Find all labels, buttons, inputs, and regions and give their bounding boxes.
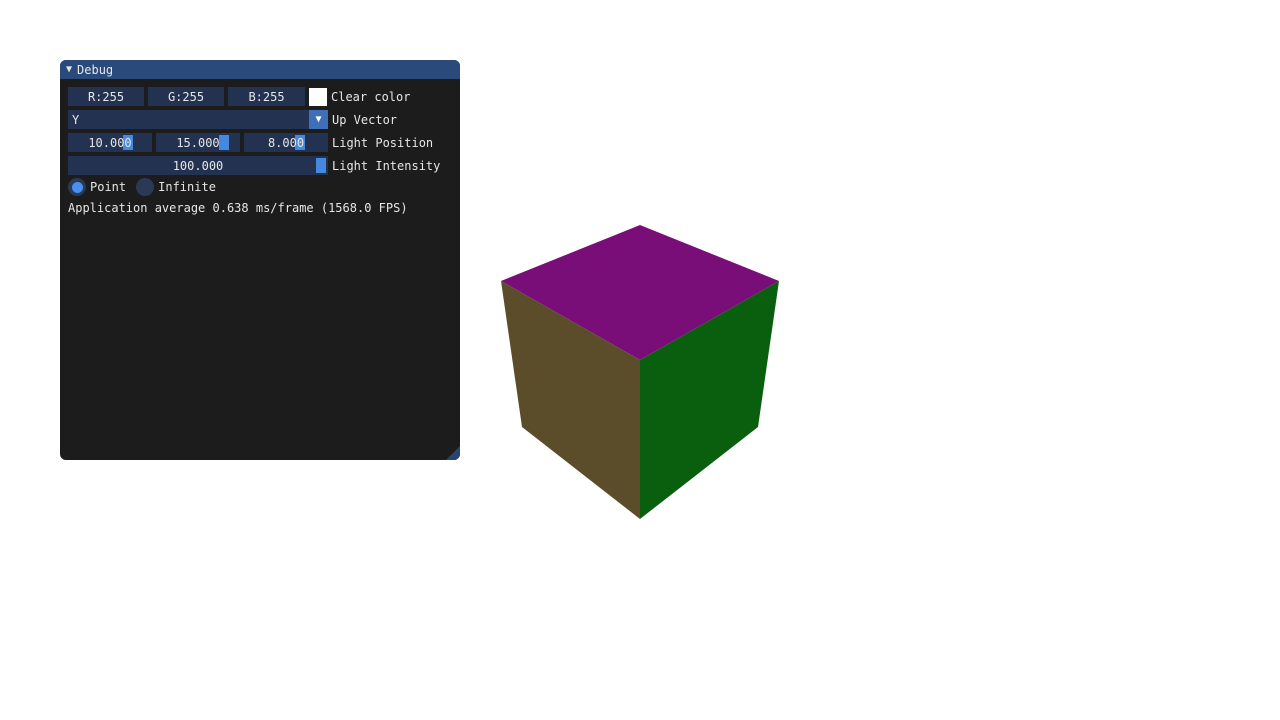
- light-intensity-slider[interactable]: 100.000: [68, 156, 328, 175]
- light-position-row: 10.000 15.000 8.000 Light Position: [68, 133, 433, 152]
- combo-arrow-icon[interactable]: ▼: [309, 110, 328, 129]
- window-titlebar[interactable]: ▼ Debug: [60, 60, 460, 79]
- light-position-label: Light Position: [332, 135, 434, 150]
- clear-color-r-field[interactable]: R:255: [68, 87, 144, 106]
- clear-color-b-value: B:255: [248, 89, 285, 104]
- light-intensity-label: Light Intensity: [332, 158, 441, 173]
- light-position-y-value: 15.000: [176, 135, 220, 150]
- up-vector-combo[interactable]: Y ▼: [68, 110, 328, 129]
- clear-color-swatch[interactable]: [309, 87, 327, 106]
- light-intensity-row: 100.000 Light Intensity: [68, 156, 440, 175]
- up-vector-row: Y ▼ Up Vector: [68, 110, 397, 129]
- light-type-radio-group: Point Infinite: [68, 178, 226, 196]
- radio-point[interactable]: [68, 178, 86, 196]
- debug-window[interactable]: ▼ Debug R:255 G:255 B:255 Clear color Y …: [60, 60, 460, 460]
- slider-grab-intensity[interactable]: [316, 158, 326, 173]
- clear-color-row: R:255 G:255 B:255 Clear color: [68, 87, 410, 106]
- resize-grip-icon[interactable]: [446, 446, 460, 460]
- render-viewport[interactable]: [490, 215, 790, 530]
- light-position-z-value: 8.000: [267, 135, 305, 150]
- cube-render: [501, 225, 779, 519]
- light-position-x-value: 10.000: [88, 135, 132, 150]
- up-vector-value: Y: [72, 112, 80, 127]
- light-position-x-slider[interactable]: 10.000: [68, 133, 152, 152]
- radio-infinite[interactable]: [136, 178, 155, 196]
- clear-color-g-value: G:255: [167, 89, 205, 104]
- radio-infinite-label[interactable]: Infinite: [158, 180, 216, 194]
- clear-color-b-field[interactable]: B:255: [228, 87, 305, 106]
- clear-color-label: Clear color: [331, 89, 411, 104]
- slider-grab-y[interactable]: [219, 135, 229, 150]
- clear-color-g-field[interactable]: G:255: [148, 87, 224, 106]
- radio-selected-dot-icon: [71, 181, 83, 193]
- window-title: Debug: [77, 62, 114, 77]
- light-intensity-value: 100.000: [172, 158, 224, 173]
- light-position-z-slider[interactable]: 8.000: [244, 133, 328, 152]
- fps-status-text: Application average 0.638 ms/frame (1568…: [68, 201, 408, 215]
- clear-color-r-value: R:255: [87, 89, 125, 104]
- radio-point-label[interactable]: Point: [90, 180, 126, 194]
- collapse-triangle-icon[interactable]: ▼: [66, 64, 72, 75]
- light-position-y-slider[interactable]: 15.000: [156, 133, 240, 152]
- up-vector-label: Up Vector: [332, 112, 398, 127]
